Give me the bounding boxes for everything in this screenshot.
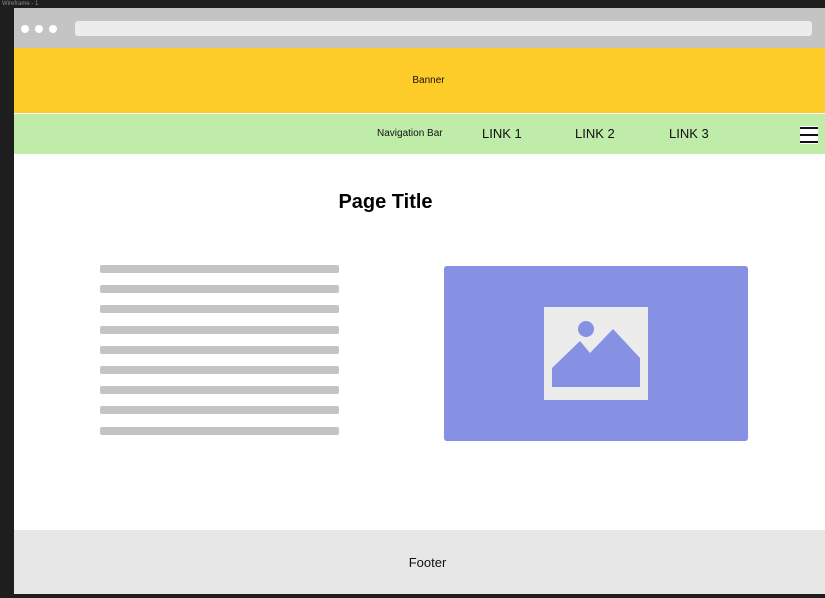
footer: Footer [14, 530, 825, 594]
banner: Banner [14, 48, 825, 113]
text-placeholder-line [100, 386, 339, 395]
window-dot-icon [21, 25, 29, 33]
window-dot-icon [35, 25, 43, 33]
image-placeholder-icon [544, 307, 648, 400]
wireframe-frame: Banner Navigation Bar LINK 1 LINK 2 LINK… [14, 8, 825, 594]
nav-link-3[interactable]: LINK 3 [669, 114, 709, 154]
hamburger-menu-icon[interactable] [800, 126, 818, 144]
text-placeholder-line [100, 265, 339, 273]
text-placeholder-line [100, 285, 339, 294]
frame-label: Wireframe - 1 [2, 1, 39, 7]
window-dot-icon [49, 25, 57, 33]
address-bar[interactable] [75, 21, 812, 36]
text-placeholder-line [100, 406, 339, 415]
nav-link-2[interactable]: LINK 2 [575, 114, 615, 154]
nav-link-1[interactable]: LINK 1 [482, 114, 522, 154]
page-title: Page Title [338, 191, 433, 213]
banner-text: Banner [412, 75, 445, 86]
navigation-bar: Navigation Bar LINK 1 LINK 2 LINK 3 [14, 114, 825, 154]
nav-label: Navigation Bar [377, 128, 443, 139]
browser-chrome [14, 8, 825, 48]
footer-text: Footer [408, 554, 447, 570]
text-placeholder-line [100, 345, 339, 354]
text-placeholder-line [100, 325, 339, 334]
text-placeholder-line [100, 305, 339, 314]
text-placeholder-line [100, 365, 339, 374]
text-placeholder-line [100, 426, 339, 435]
image-placeholder [444, 266, 748, 441]
text-placeholder-block [100, 265, 339, 447]
